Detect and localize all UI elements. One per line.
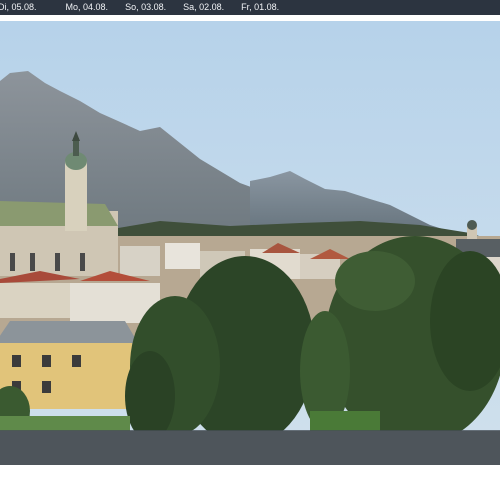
page-background	[0, 465, 500, 500]
church-roof	[0, 201, 118, 226]
image-footer-overlay	[0, 430, 500, 465]
church-tower	[65, 161, 87, 231]
date-tab-fr-01-08[interactable]: Fr, 01.08.	[241, 0, 290, 15]
date-tab-so-03-08[interactable]: So, 03.08.	[125, 0, 177, 15]
date-tab-sa-02-08[interactable]: Sa, 02.08.	[183, 0, 235, 15]
date-tab-di-05-08[interactable]: Di, 05.08.	[0, 0, 48, 15]
date-tab-mo-04-08[interactable]: Mo, 04.08.	[66, 0, 120, 15]
webcam-image[interactable]	[0, 21, 500, 465]
webcam-scene	[0, 21, 500, 465]
date-navigation-bar: Di, 05.08. Mo, 04.08. So, 03.08. Sa, 02.…	[0, 0, 500, 15]
